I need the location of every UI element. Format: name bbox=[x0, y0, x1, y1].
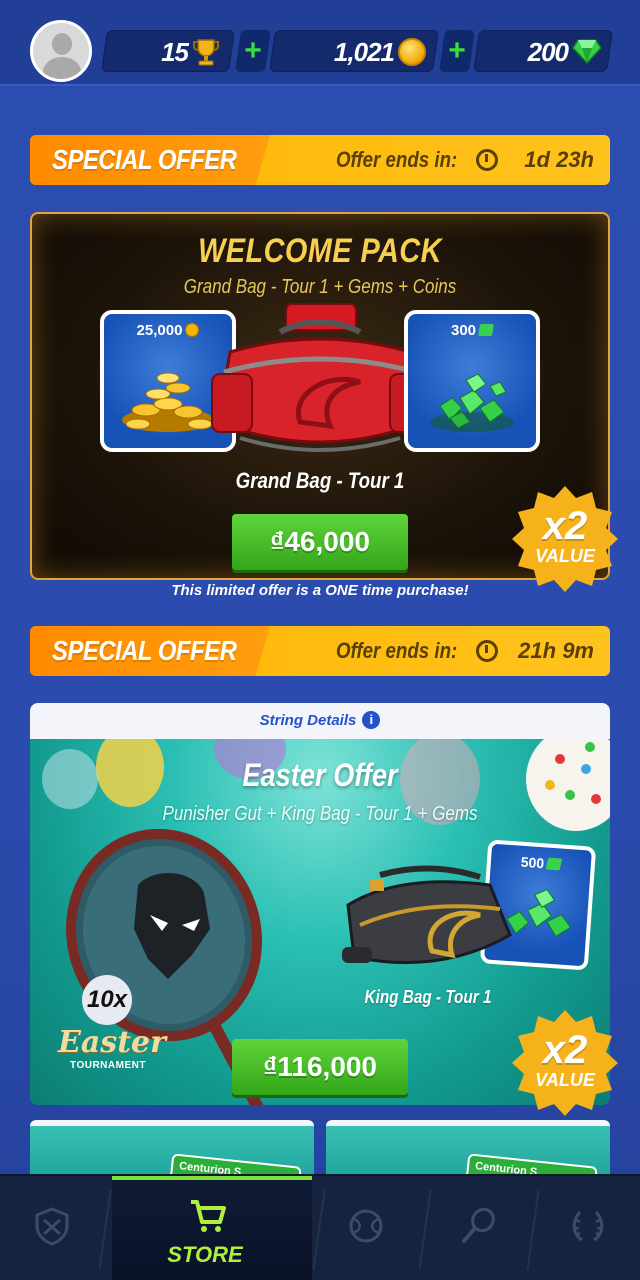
grand-bag-label: Grand Bag - Tour 1 bbox=[235, 468, 405, 493]
one-time-notice: This limited offer is a ONE time purchas… bbox=[171, 582, 469, 599]
easter-offer-subtitle: Punisher Gut + King Bag - Tour 1 + Gems bbox=[162, 803, 478, 825]
gems-reward-tile: 300 bbox=[404, 310, 540, 452]
offer-timer: 21h 9m bbox=[518, 638, 594, 663]
easter-offer-buy-button[interactable]: ₫116,000 bbox=[232, 1039, 408, 1095]
laurel-icon bbox=[572, 1210, 604, 1242]
gem-icon bbox=[572, 39, 602, 64]
add-coins-button[interactable]: + bbox=[235, 30, 271, 72]
offer-ends-label: Offer ends in: bbox=[336, 638, 458, 663]
nav-clubs[interactable] bbox=[0, 1176, 104, 1280]
racket-icon bbox=[462, 1207, 495, 1243]
add-gems-button[interactable]: + bbox=[439, 30, 475, 72]
offer-ends-label: Offer ends in: bbox=[336, 147, 458, 172]
gems-reward-amount: 300 bbox=[450, 322, 477, 339]
easter-tournament-logo: Easter TOURNAMENT bbox=[58, 1025, 166, 1071]
special-offer-banner-2: SPECIAL OFFER Offer ends in: 21h 9m bbox=[30, 626, 610, 676]
offer-card-partial-right[interactable]: Centurion S bbox=[326, 1120, 610, 1180]
tennis-ball-icon bbox=[349, 1209, 383, 1243]
gem-pile-icon bbox=[430, 373, 514, 432]
nav-store[interactable]: STORE bbox=[112, 1176, 312, 1280]
info-icon: i bbox=[362, 711, 381, 729]
nav-equipment[interactable] bbox=[426, 1176, 530, 1280]
trophy-icon bbox=[193, 39, 219, 66]
offer-title: SPECIAL OFFER bbox=[52, 144, 237, 175]
value-badge: x2 VALUE bbox=[510, 484, 620, 594]
nav-rankings[interactable] bbox=[536, 1176, 640, 1280]
string-details-link[interactable]: String Details i bbox=[30, 703, 610, 739]
offer-title: SPECIAL OFFER bbox=[52, 635, 237, 666]
value-label: VALUE bbox=[535, 1070, 595, 1090]
value-multiplier: x2 bbox=[542, 1028, 588, 1072]
special-offer-banner: SPECIAL OFFER Offer ends in: 1d 23h bbox=[30, 135, 610, 185]
welcome-pack-buy-button[interactable]: ₫46,000 bbox=[232, 514, 408, 570]
value-label: VALUE bbox=[535, 546, 595, 566]
welcome-pack-subtitle: Grand Bag - Tour 1 + Gems + Coins bbox=[183, 276, 457, 298]
welcome-pack-title: WELCOME PACK bbox=[198, 232, 442, 270]
king-bag-icon bbox=[342, 865, 512, 965]
gem-icon bbox=[477, 324, 495, 336]
nav-play[interactable] bbox=[314, 1176, 418, 1280]
string-quantity-badge: 10x bbox=[82, 975, 132, 1025]
coin-pile-icon bbox=[122, 372, 214, 432]
easter-offer-title: Easter Offer bbox=[242, 757, 398, 793]
string-details-label: String Details bbox=[259, 712, 357, 729]
top-bar: 15 + 1,021 + 200 bbox=[0, 0, 640, 86]
store-label: STORE bbox=[167, 1242, 243, 1267]
coin-icon bbox=[185, 323, 200, 337]
value-badge: x2 VALUE bbox=[510, 1008, 620, 1118]
king-bag-label: King Bag - Tour 1 bbox=[364, 987, 492, 1007]
coin-count: 1,021 bbox=[333, 37, 395, 67]
trophy-count: 15 bbox=[161, 37, 189, 67]
coins-reward-amount: 25,000 bbox=[136, 322, 183, 339]
shield-rackets-icon bbox=[35, 1207, 69, 1246]
clock-icon bbox=[476, 640, 498, 662]
coin-icon bbox=[398, 38, 426, 66]
bottom-navigation: STORE bbox=[0, 1174, 640, 1280]
gem-count: 200 bbox=[527, 37, 569, 67]
offer-card-partial-left[interactable]: Centurion S bbox=[30, 1120, 314, 1180]
offer-timer: 1d 23h bbox=[524, 147, 594, 172]
clock-icon bbox=[476, 149, 498, 171]
grand-bag-icon bbox=[211, 303, 429, 452]
gems-reward-amount: 500 bbox=[520, 853, 545, 872]
value-multiplier: x2 bbox=[542, 504, 588, 548]
shopping-cart-icon bbox=[191, 1200, 226, 1232]
gem-icon bbox=[545, 857, 563, 871]
avatar[interactable] bbox=[30, 20, 92, 82]
